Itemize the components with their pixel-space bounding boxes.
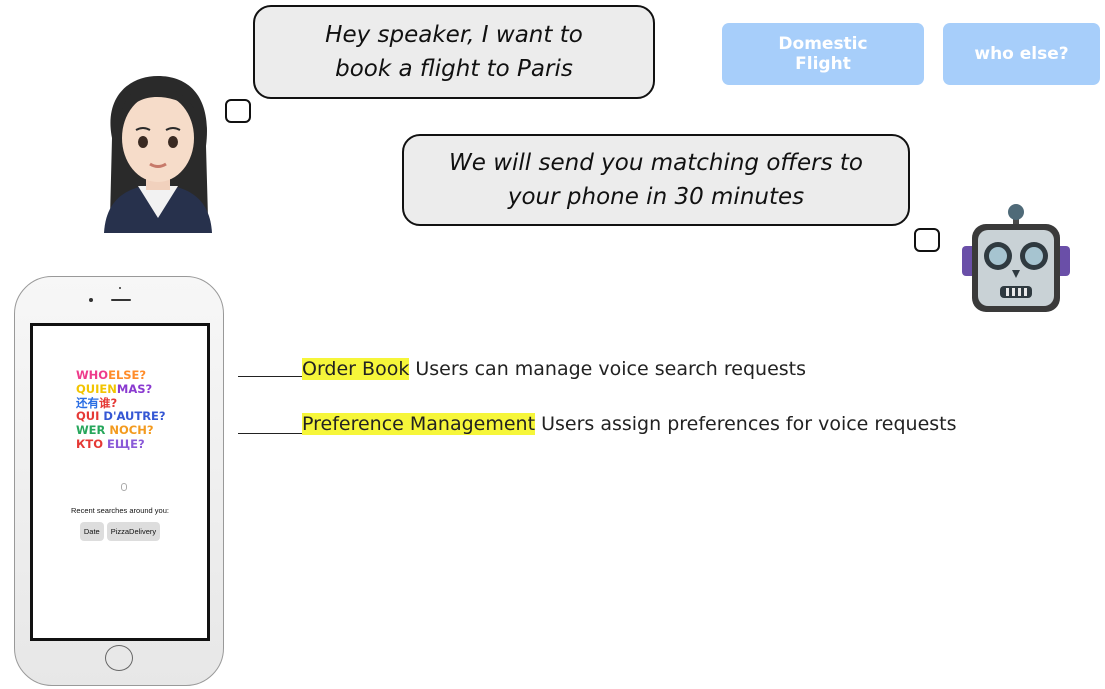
feature-order-book: Order Book Users can manage voice search… [302, 358, 806, 380]
phone-mockup: WHOELSE? QUIENMAS? 还有谁? QUI D'AUTRE? WER NOC… [14, 276, 224, 686]
logo-segment: WER [76, 423, 110, 438]
user-message-text: Hey speaker, I want to book a flight to … [325, 22, 583, 82]
assistant-speech-bubble: We will send you matching offers to your… [402, 134, 910, 226]
preference-connector [238, 433, 302, 434]
logo-segment: КТО [76, 436, 108, 451]
logo-segment: 谁? [99, 395, 118, 410]
logo-segment: ELSE? [108, 368, 147, 382]
domestic-flight-button[interactable]: Domestic Flight [722, 23, 924, 85]
phone-speaker [111, 299, 131, 301]
logo-line: WHOELSE? [76, 368, 166, 383]
who-else-label: who else? [974, 44, 1069, 64]
phone-camera [89, 298, 93, 302]
robot-avatar-icon [962, 204, 1070, 312]
logo-segment: QUI [76, 409, 104, 424]
logo-segment: D'AUTRE? [103, 409, 166, 424]
phone-top-dot [119, 287, 121, 289]
logo-line: КТО ЕЩЕ? [76, 436, 166, 452]
logo-line: QUIENMAS? [76, 381, 166, 397]
logo-line: WER NOCH? [76, 423, 166, 438]
logo-segment: 还有 [76, 395, 99, 410]
logo-segment: NOCH? [109, 423, 154, 438]
phone-screen: WHOELSE? QUIENMAS? 还有谁? QUI D'AUTRE? WER NOC… [30, 323, 210, 641]
assistant-bubble-tail [914, 228, 940, 252]
logo-segment: WHO [76, 368, 109, 382]
logo-segment: MAS? [116, 381, 153, 396]
preference-management-description: Users assign preferences for voice reque… [535, 413, 957, 435]
recent-searches-label: Recent searches around you: [71, 506, 169, 515]
who-else-logo: WHOELSE? QUIENMAS? 还有谁? QUI D'AUTRE? WER NOC… [76, 368, 166, 452]
who-else-button[interactable]: who else? [943, 23, 1100, 85]
domestic-flight-label: Domestic Flight [778, 34, 868, 74]
user-speech-bubble: Hey speaker, I want to book a flight to … [253, 5, 655, 99]
logo-line: QUI D'AUTRE? [76, 409, 166, 424]
recent-search-chip[interactable]: Date [79, 522, 104, 541]
assistant-message-text: We will send you matching offers to your… [449, 150, 863, 210]
user-bubble-tail [225, 99, 251, 123]
recent-search-chip[interactable]: PizzaDelivery [106, 522, 161, 541]
microphone-icon[interactable] [121, 483, 127, 491]
order-book-description: Users can manage voice search requests [409, 358, 807, 380]
recent-searches-chips: Date PizzaDelivery [33, 522, 207, 541]
home-button[interactable] [105, 645, 133, 671]
logo-segment: QUIEN [76, 381, 117, 396]
order-book-connector [238, 376, 302, 377]
feature-preference-management: Preference Management Users assign prefe… [302, 413, 957, 435]
woman-avatar-icon [104, 76, 212, 233]
logo-line: 还有谁? [76, 395, 166, 411]
preference-management-highlight: Preference Management [302, 413, 536, 435]
order-book-highlight: Order Book [302, 358, 410, 380]
logo-segment: ЕЩЕ? [107, 436, 145, 451]
